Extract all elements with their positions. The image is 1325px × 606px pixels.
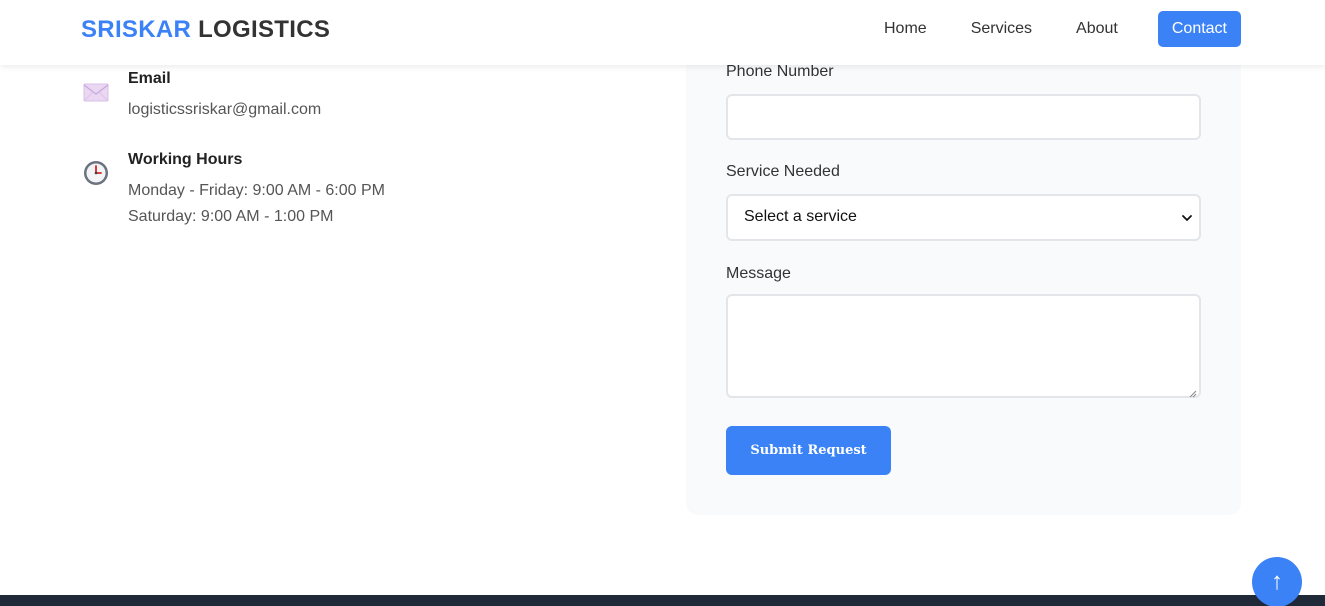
resize-grip-icon[interactable] [1188,385,1197,398]
hours-line-saturday: Saturday: 9:00 AM - 1:00 PM [128,208,334,225]
message-label: Message [726,265,791,282]
service-label: Service Needed [726,163,840,180]
brand-logo[interactable]: SRISKAR LOGISTICS [81,16,330,44]
email-title: Email [128,70,171,87]
email-value[interactable]: logisticssriskar@gmail.com [128,101,321,119]
submit-request-button[interactable]: Submit Request [726,426,891,475]
contact-form-card: Phone Number Service Needed Select a ser… [686,20,1241,515]
nav-home[interactable]: Home [870,11,941,47]
arrow-up-icon: ↑ [1271,568,1283,595]
service-select[interactable]: Select a service [726,194,1201,241]
hours-line-weekdays: Monday - Friday: 9:00 AM - 6:00 PM [128,182,385,199]
brand-accent: SRISKAR [81,16,192,43]
site-header: SRISKAR LOGISTICS Home Services About Co… [0,0,1325,65]
hours-title: Working Hours [128,151,243,168]
scroll-to-top-button[interactable]: ↑ [1252,557,1302,606]
chevron-down-icon [1181,211,1193,223]
clock-icon [82,159,110,187]
nav-about[interactable]: About [1062,11,1132,47]
footer-bar [0,595,1325,606]
service-select-value: Select a service [744,208,857,225]
page: SRISKAR LOGISTICS Home Services About Co… [0,0,1325,606]
envelope-icon [82,82,110,110]
message-textarea[interactable] [726,294,1201,398]
main-nav: Home Services About Contact [854,11,1241,47]
brand-rest: LOGISTICS [198,16,331,43]
nav-services[interactable]: Services [957,11,1046,47]
nav-contact[interactable]: Contact [1157,11,1241,47]
phone-input[interactable] [726,94,1201,140]
phone-label: Phone Number [726,63,834,80]
